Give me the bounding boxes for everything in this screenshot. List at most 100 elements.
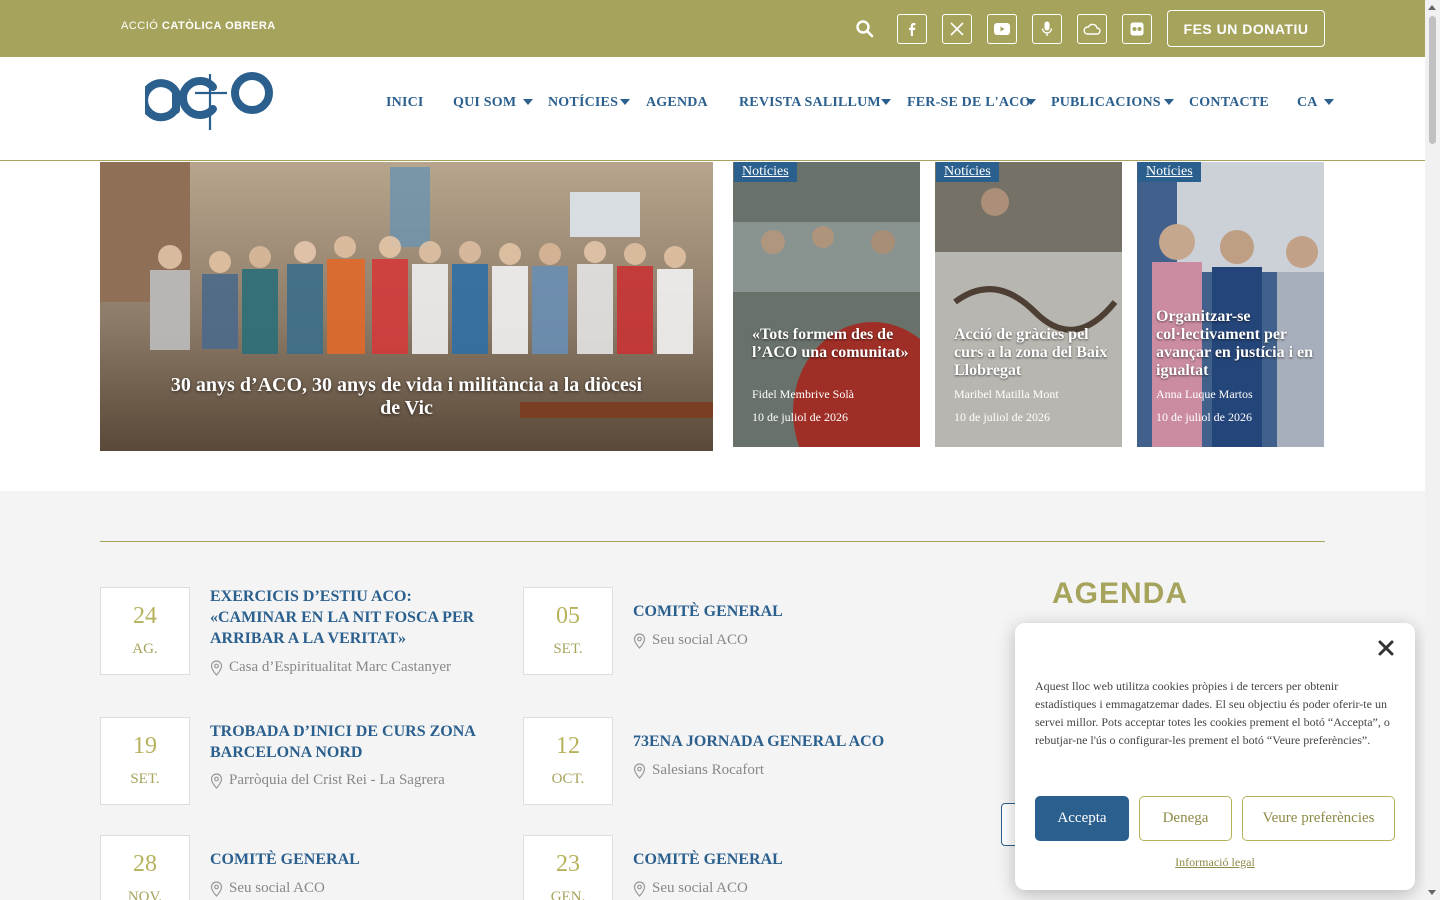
event-date[interactable]: 12 OCT.	[523, 717, 613, 805]
event-date[interactable]: 24 AG.	[100, 587, 190, 675]
news-card-tag[interactable]: Notícies	[1138, 162, 1201, 182]
microphone-icon[interactable]	[1032, 14, 1062, 44]
location-pin-icon	[633, 762, 646, 779]
event-title[interactable]: COMITÈ GENERAL	[210, 849, 500, 870]
news-card-date: 10 de juliol de 2026	[752, 410, 848, 424]
search-icon[interactable]	[855, 19, 875, 39]
chevron-down-icon[interactable]	[1026, 99, 1036, 105]
event-title[interactable]: TROBADA D’INICI DE CURS ZONA BARCELONA N…	[210, 721, 500, 763]
top-bar: ACCIÓ CATÒLICA OBRERA FES UN DONATIU	[0, 0, 1425, 57]
section-divider	[100, 541, 1325, 542]
news-card-photo	[1137, 162, 1324, 447]
event-day: 05	[556, 603, 580, 629]
event-date[interactable]: 23 GEN.	[523, 835, 613, 900]
cookie-banner: Aquest lloc web utilitza cookies pròpies…	[1015, 623, 1415, 890]
aco-logo[interactable]	[145, 66, 275, 132]
news-card-photo	[733, 162, 920, 447]
event-location: Casa d’Espiritualitat Marc Castanyer	[210, 659, 451, 676]
event-month: GEN.	[550, 889, 586, 900]
event-location: Seu social ACO	[633, 632, 748, 649]
event-location-text: Parròquia del Crist Rei - La Sagrera	[229, 772, 445, 788]
location-pin-icon	[210, 772, 223, 789]
event-title[interactable]: COMITÈ GENERAL	[633, 601, 923, 622]
nav-contacte[interactable]: CONTACTE	[1189, 95, 1269, 111]
featured-news-title[interactable]: 30 anys d’ACO, 30 anys de vida i militàn…	[100, 374, 713, 420]
nav-inici[interactable]: INICI	[386, 95, 424, 111]
location-pin-icon	[210, 659, 223, 676]
news-card-date: 10 de juliol de 2026	[1156, 410, 1252, 424]
facebook-icon[interactable]	[897, 14, 927, 44]
nav-language[interactable]: CA	[1297, 95, 1318, 111]
page-scrollbar[interactable]	[1425, 0, 1440, 900]
news-card-tag[interactable]: Notícies	[734, 162, 797, 182]
event-month: SET.	[553, 641, 583, 657]
event-date[interactable]: 19 SET.	[100, 717, 190, 805]
event-month: AG.	[132, 641, 158, 657]
nav-agenda[interactable]: AGENDA	[646, 95, 708, 111]
cookie-preferences-button[interactable]: Veure preferències	[1242, 796, 1395, 841]
event-title[interactable]: EXERCICIS D’ESTIU ACO: «CAMINAR EN LA NI…	[210, 586, 490, 649]
main-header: INICI QUI SOM NOTÍCIES AGENDA REVISTA SA…	[0, 57, 1425, 161]
scrollbar-thumb[interactable]	[1429, 16, 1436, 144]
event-location: Seu social ACO	[210, 880, 325, 897]
event-date[interactable]: 28 NOV.	[100, 835, 190, 900]
event-location: Seu social ACO	[633, 880, 748, 897]
location-pin-icon	[633, 632, 646, 649]
cookie-text: Aquest lloc web utilitza cookies pròpies…	[1035, 679, 1390, 747]
event-month: SET.	[130, 771, 160, 787]
event-location: Parròquia del Crist Rei - La Sagrera	[210, 772, 445, 789]
news-card-date: 10 de juliol de 2026	[954, 410, 1050, 424]
event-date[interactable]: 05 SET.	[523, 587, 613, 675]
event-day: 19	[133, 733, 157, 759]
youtube-icon[interactable]	[987, 14, 1017, 44]
scroll-up-arrow-icon[interactable]	[1428, 5, 1436, 10]
event-day: 23	[556, 851, 580, 877]
x-icon[interactable]	[942, 14, 972, 44]
event-month: NOV.	[127, 889, 163, 900]
brand-light: ACCIÓ	[121, 20, 162, 32]
location-pin-icon	[633, 880, 646, 897]
nav-fer-se-de-laco[interactable]: FER-SE DE L'ACO	[907, 95, 1031, 111]
close-icon[interactable]	[1375, 637, 1397, 659]
agenda-heading: AGENDA	[1052, 577, 1189, 610]
news-card-title[interactable]: Organitzar-se col·lectivament per avança…	[1156, 308, 1314, 380]
news-card-photo	[935, 162, 1122, 447]
event-location-text: Seu social ACO	[652, 880, 748, 896]
legal-info-link[interactable]: Informació legal	[1015, 855, 1415, 870]
chevron-down-icon[interactable]	[620, 99, 630, 105]
donate-button[interactable]: FES UN DONATIU	[1167, 10, 1325, 47]
event-location-text: Salesians Rocafort	[652, 762, 765, 778]
brand-bold: CATÒLICA OBRERA	[161, 20, 276, 32]
event-location-text: Casa d’Espiritualitat Marc Castanyer	[229, 659, 452, 675]
flickr-icon[interactable]	[1122, 14, 1152, 44]
deny-cookies-button[interactable]: Denega	[1139, 796, 1232, 841]
event-day: 12	[556, 733, 580, 759]
chevron-down-icon[interactable]	[523, 99, 533, 105]
event-day: 24	[133, 603, 157, 629]
chevron-down-icon[interactable]	[881, 99, 891, 105]
event-title[interactable]: 73ENA JORNADA GENERAL ACO	[633, 731, 933, 752]
news-card[interactable]: Notícies «Tots formem des de l’ACO una c…	[733, 162, 920, 447]
site-brand-text[interactable]: ACCIÓ CATÒLICA OBRERA	[121, 20, 276, 32]
news-card[interactable]: Notícies Organitzar-se col·lectivament p…	[1137, 162, 1324, 447]
chevron-down-icon[interactable]	[1324, 99, 1334, 105]
event-day: 28	[133, 851, 157, 877]
news-card-title[interactable]: Acció de gràcies pel curs a la zona del …	[954, 326, 1112, 380]
news-card[interactable]: Notícies Acció de gràcies pel curs a la …	[935, 162, 1122, 447]
event-location-text: Seu social ACO	[652, 632, 748, 648]
nav-revista-salillum[interactable]: REVISTA SALILLUM	[739, 95, 881, 111]
nav-qui-som[interactable]: QUI SOM	[453, 95, 516, 111]
scroll-down-arrow-icon[interactable]	[1428, 890, 1436, 895]
news-card-title[interactable]: «Tots formem des de l’ACO una comunitat»	[752, 326, 910, 362]
news-card-author: Anna Luque Martos	[1156, 387, 1253, 401]
featured-news[interactable]: 30 anys d’ACO, 30 anys de vida i militàn…	[100, 162, 713, 451]
cloud-icon[interactable]	[1077, 14, 1107, 44]
accept-cookies-button[interactable]: Accepta	[1035, 796, 1129, 841]
news-card-tag[interactable]: Notícies	[936, 162, 999, 182]
hero-section: 30 anys d’ACO, 30 anys de vida i militàn…	[0, 161, 1425, 491]
event-location-text: Seu social ACO	[229, 880, 325, 896]
nav-noticies[interactable]: NOTÍCIES	[548, 95, 618, 111]
event-title[interactable]: COMITÈ GENERAL	[633, 849, 923, 870]
nav-publicacions[interactable]: PUBLICACIONS	[1051, 95, 1161, 111]
chevron-down-icon[interactable]	[1164, 99, 1174, 105]
